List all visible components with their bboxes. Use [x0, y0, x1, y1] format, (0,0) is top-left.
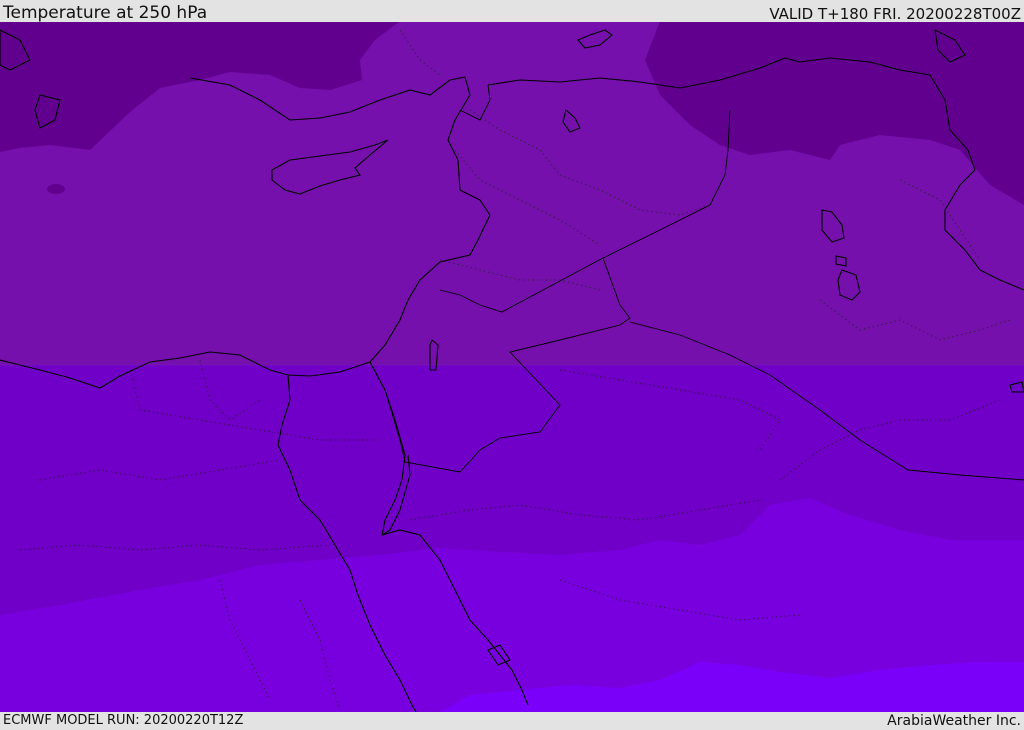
temp-band-coldest-blob: [47, 184, 65, 194]
model-run-label: ECMWF MODEL RUN: 20200220T12Z: [3, 713, 244, 728]
map-canvas: [0, 21, 1024, 713]
valid-time: VALID T+180 FRI. 20200228T00Z: [769, 5, 1021, 23]
footer-bar: ECMWF MODEL RUN: 20200220T12Z ArabiaWeat…: [0, 712, 1024, 729]
provider-label: ArabiaWeather Inc.: [887, 713, 1021, 729]
map-title: Temperature at 250 hPa: [3, 3, 208, 23]
temperature-map: [0, 21, 1024, 713]
header-bar: Temperature at 250 hPa VALID T+180 FRI. …: [0, 0, 1024, 23]
